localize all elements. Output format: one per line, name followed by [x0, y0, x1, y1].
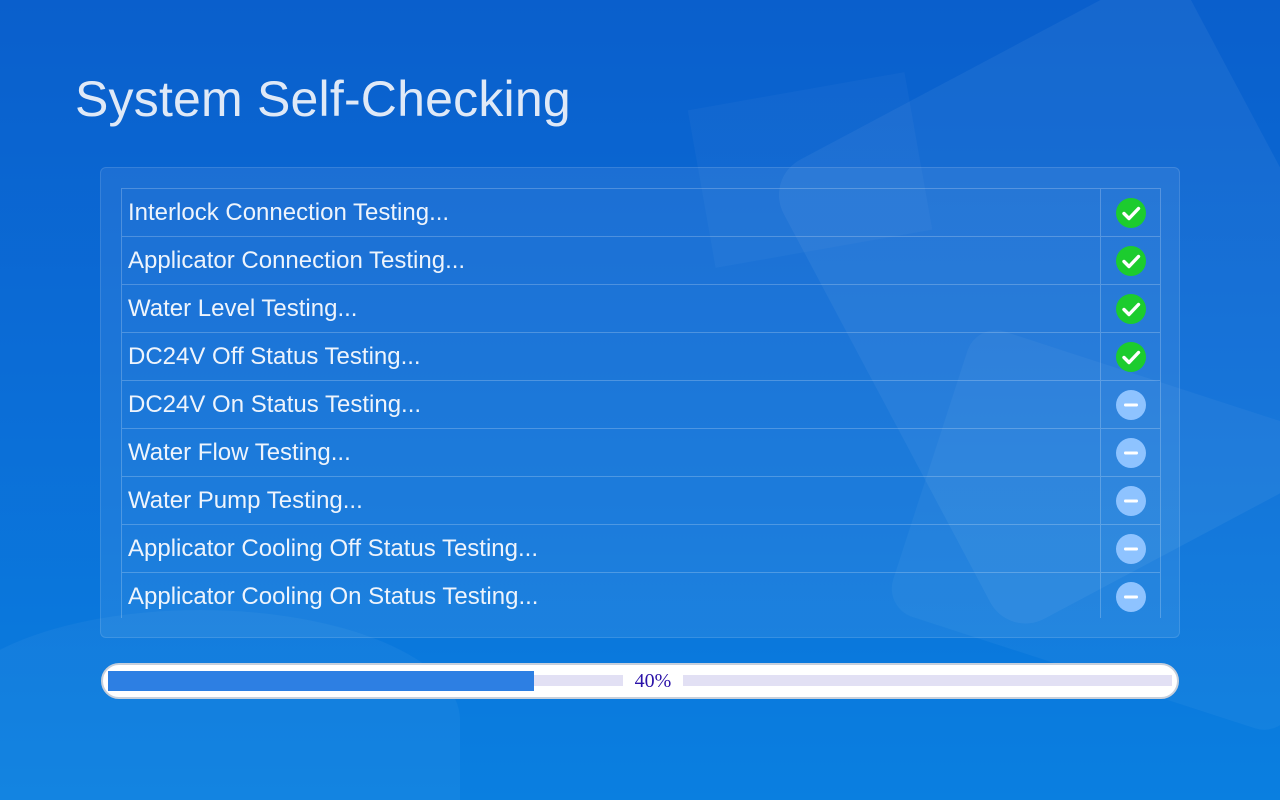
check-label: DC24V On Status Testing... [122, 381, 1101, 428]
check-status-cell [1101, 477, 1160, 524]
check-status-cell [1101, 573, 1160, 618]
check-status-cell [1101, 525, 1160, 572]
check-row: Applicator Cooling Off Status Testing... [122, 525, 1160, 573]
check-row: Water Level Testing... [122, 285, 1160, 333]
check-row: Applicator Connection Testing... [122, 237, 1160, 285]
minus-circle-icon [1115, 485, 1146, 516]
check-circle-icon [1115, 341, 1146, 372]
check-status-cell [1101, 285, 1160, 332]
check-circle-icon [1115, 245, 1146, 276]
page-title: System Self-Checking [75, 71, 571, 127]
check-circle-icon [1115, 293, 1146, 324]
minus-circle-icon [1115, 389, 1146, 420]
check-label: Applicator Cooling Off Status Testing... [122, 525, 1101, 572]
check-row: Water Pump Testing... [122, 477, 1160, 525]
minus-circle-icon [1115, 581, 1146, 612]
check-status-cell [1101, 333, 1160, 380]
check-circle-icon [1115, 197, 1146, 228]
check-label: Water Level Testing... [122, 285, 1101, 332]
check-row: DC24V On Status Testing... [122, 381, 1160, 429]
check-row: DC24V Off Status Testing... [122, 333, 1160, 381]
check-list[interactable]: Interlock Connection Testing... Applicato… [121, 188, 1161, 618]
background-shape [0, 610, 460, 800]
progress-text: 40% [623, 668, 683, 694]
check-label: Water Pump Testing... [122, 477, 1101, 524]
check-status-cell [1101, 381, 1160, 428]
check-label: Interlock Connection Testing... [122, 189, 1101, 236]
check-status-cell [1101, 429, 1160, 476]
progress-bar: 40% [101, 663, 1179, 699]
check-row: Applicator Cooling On Status Testing... [122, 573, 1160, 618]
check-row: Interlock Connection Testing... [122, 189, 1160, 237]
minus-circle-icon [1115, 533, 1146, 564]
check-status-cell [1101, 237, 1160, 284]
self-check-panel: Interlock Connection Testing... Applicato… [100, 167, 1180, 638]
check-label: Water Flow Testing... [122, 429, 1101, 476]
minus-circle-icon [1115, 437, 1146, 468]
check-label: Applicator Cooling On Status Testing... [122, 573, 1101, 618]
check-label: Applicator Connection Testing... [122, 237, 1101, 284]
progress-fill [108, 671, 534, 691]
check-label: DC24V Off Status Testing... [122, 333, 1101, 380]
check-status-cell [1101, 189, 1160, 236]
check-row: Water Flow Testing... [122, 429, 1160, 477]
